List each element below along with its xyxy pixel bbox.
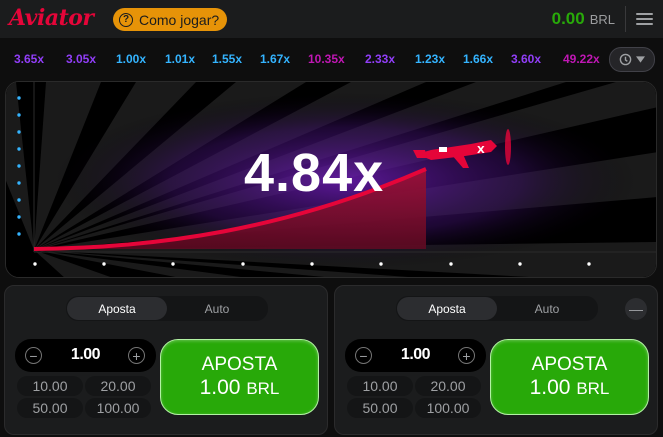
minus-icon: — bbox=[629, 301, 643, 317]
history-item: 1.67x bbox=[260, 52, 291, 66]
quick-amount-button[interactable]: 100.00 bbox=[85, 398, 151, 418]
svg-text:X: X bbox=[477, 145, 485, 156]
history-item: 1.00x bbox=[116, 52, 147, 66]
history-item: 49.22x bbox=[563, 52, 600, 66]
how-to-play-label: Como jogar? bbox=[139, 11, 220, 28]
menu-icon[interactable] bbox=[636, 13, 653, 25]
tab-bet[interactable]: Aposta bbox=[397, 297, 497, 320]
tab-bet[interactable]: Aposta bbox=[67, 297, 167, 320]
bet-button-currency: BRL bbox=[576, 378, 610, 398]
history-item: 1.55x bbox=[212, 52, 243, 66]
how-to-play-button[interactable]: ? Como jogar? bbox=[113, 8, 227, 31]
history-item: 1.66x bbox=[463, 52, 494, 66]
bet-button-currency: BRL bbox=[246, 378, 280, 398]
history-item: 3.60x bbox=[511, 52, 542, 66]
history-item: 1.23x bbox=[415, 52, 446, 66]
bet-button-value: 1.00 bbox=[199, 375, 241, 399]
bet-button-value: 1.00 bbox=[529, 375, 571, 399]
place-bet-button[interactable]: APOSTA 1.00 BRL bbox=[490, 339, 649, 415]
history-icon bbox=[619, 53, 632, 66]
multiplier-history: 3.65x 3.05x 1.00x 1.01x 1.55x 1.67x 10.3… bbox=[0, 44, 663, 74]
tab-auto[interactable]: Auto bbox=[497, 297, 597, 320]
divider bbox=[625, 6, 626, 32]
increase-icon[interactable]: + bbox=[128, 347, 145, 364]
history-item: 2.33x bbox=[365, 52, 396, 66]
bet-amount-stepper: − 1.00 + bbox=[345, 339, 486, 372]
top-bar: Aviator ? Como jogar? 0.00 BRL bbox=[0, 0, 663, 38]
history-item: 1.01x bbox=[165, 52, 196, 66]
history-item: 10.35x bbox=[308, 52, 345, 66]
place-bet-button[interactable]: APOSTA 1.00 BRL bbox=[160, 339, 319, 415]
tab-auto[interactable]: Auto bbox=[167, 297, 267, 320]
quick-amount-button[interactable]: 20.00 bbox=[415, 376, 481, 396]
quick-amount-button[interactable]: 100.00 bbox=[415, 398, 481, 418]
balance-display: 0.00 BRL bbox=[552, 9, 615, 29]
bet-button-label: APOSTA bbox=[531, 353, 608, 375]
quick-amount-button[interactable]: 10.00 bbox=[347, 376, 413, 396]
bet-panel-1: Aposta Auto − 1.00 + 10.00 20.00 50.00 1… bbox=[4, 285, 328, 435]
bet-button-label: APOSTA bbox=[201, 353, 278, 375]
chevron-down-icon bbox=[636, 56, 645, 63]
quick-amount-button[interactable]: 50.00 bbox=[347, 398, 413, 418]
bet-button-amount: 1.00 BRL bbox=[200, 376, 280, 401]
aviator-logo[interactable]: Aviator bbox=[9, 5, 94, 31]
bet-amount-stepper: − 1.00 + bbox=[15, 339, 156, 372]
current-multiplier: 4.84x bbox=[244, 143, 385, 203]
balance-currency: BRL bbox=[589, 12, 615, 27]
quick-amount-button[interactable]: 20.00 bbox=[85, 376, 151, 396]
history-toggle-button[interactable] bbox=[609, 47, 655, 72]
bet-panel-2: Aposta Auto — − 1.00 + 10.00 20.00 50.00… bbox=[334, 285, 658, 435]
quick-amount-button[interactable]: 50.00 bbox=[17, 398, 83, 418]
history-item: 3.05x bbox=[66, 52, 97, 66]
remove-panel-button[interactable]: — bbox=[625, 298, 647, 320]
bet-mode-tabs: Aposta Auto bbox=[396, 296, 598, 321]
increase-icon[interactable]: + bbox=[458, 347, 475, 364]
bet-button-amount: 1.00 BRL bbox=[530, 376, 610, 401]
history-item: 3.65x bbox=[14, 52, 45, 66]
quick-amount-button[interactable]: 10.00 bbox=[17, 376, 83, 396]
bet-mode-tabs: Aposta Auto bbox=[66, 296, 268, 321]
question-icon: ? bbox=[119, 12, 133, 27]
balance-amount: 0.00 bbox=[551, 9, 585, 28]
